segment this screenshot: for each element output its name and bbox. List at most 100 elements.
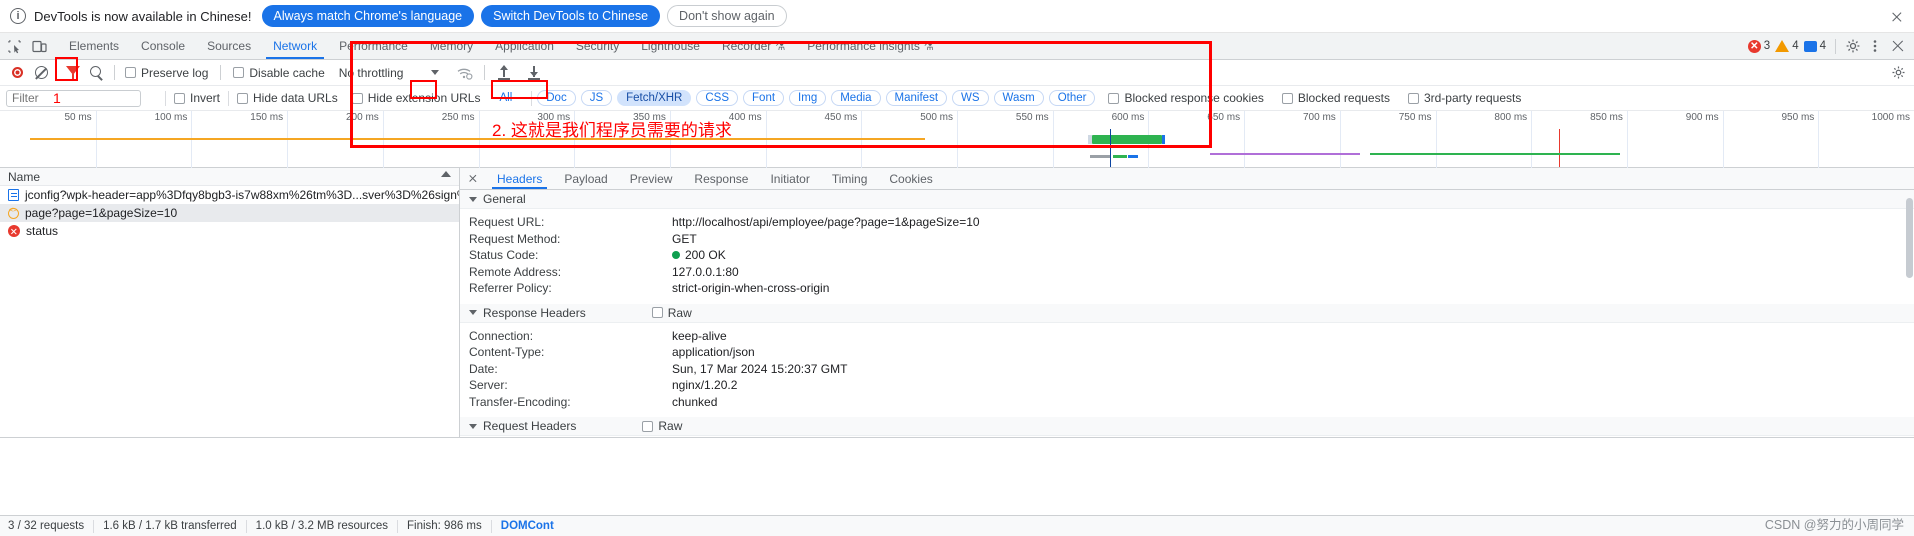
filter-type-manifest[interactable]: Manifest: [885, 90, 948, 106]
filter-type-font[interactable]: Font: [743, 90, 785, 106]
hide-extension-urls-checkbox[interactable]: Hide extension URLs: [351, 91, 480, 105]
row-value: nginx/1.20.2: [672, 378, 738, 393]
tab-response[interactable]: Response: [683, 168, 759, 189]
always-match-language-button[interactable]: Always match Chrome's language: [261, 5, 475, 27]
timeline-tick-label: 100 ms: [154, 112, 188, 123]
general-section-header[interactable]: General: [460, 190, 1914, 209]
row-key: Server:: [469, 378, 508, 393]
status-resources: 1.0 kB / 3.2 MB resources: [255, 520, 388, 532]
record-button[interactable]: [6, 62, 28, 83]
scrollbar-thumb[interactable]: [1906, 198, 1913, 278]
settings-gear-icon[interactable]: [1845, 38, 1862, 55]
tab-label: Timing: [831, 171, 868, 186]
filter-type-all[interactable]: All: [490, 90, 522, 106]
third-party-requests-label: 3rd-party requests: [1423, 91, 1522, 105]
tab-initiator[interactable]: Initiator: [759, 168, 820, 189]
invert-checkbox[interactable]: Invert: [174, 91, 220, 105]
tab-label: Memory: [429, 39, 474, 53]
filter-type-doc[interactable]: Doc: [537, 90, 576, 106]
tab-timing[interactable]: Timing: [821, 168, 879, 189]
filter-input[interactable]: [6, 89, 141, 107]
info-count-badge[interactable]: 4: [1803, 40, 1826, 52]
tab-network[interactable]: Network: [262, 33, 328, 59]
tab-lighthouse[interactable]: Lighthouse: [630, 33, 711, 59]
section-title: Response Headers: [483, 305, 586, 320]
blocked-response-cookies-checkbox[interactable]: Blocked response cookies: [1108, 91, 1264, 105]
tab-cookies[interactable]: Cookies: [878, 168, 943, 189]
preserve-log-checkbox[interactable]: Preserve log: [125, 66, 208, 80]
request-headers-raw-checkbox[interactable]: Raw: [642, 419, 682, 433]
checkbox-box: [1281, 92, 1293, 104]
close-details-icon[interactable]: [460, 168, 486, 189]
warning-count-badge[interactable]: 4: [1775, 40, 1799, 52]
search-button[interactable]: [86, 62, 108, 83]
disable-cache-label: Disable cache: [249, 65, 325, 80]
tab-payload[interactable]: Payload: [553, 168, 618, 189]
filter-type-other[interactable]: Other: [1048, 90, 1096, 106]
tab-elements[interactable]: Elements: [58, 33, 130, 59]
throttling-select[interactable]: No throttling: [335, 66, 408, 80]
tab-headers[interactable]: Headers: [486, 168, 553, 189]
details-scrollbar[interactable]: [1905, 168, 1914, 437]
request-row-jconfig[interactable]: jconfig?wpk-header=app%3Dfqy8bgb3-is7w88…: [0, 186, 459, 204]
timeline-tick-label: 150 ms: [250, 112, 284, 123]
disable-cache-checkbox[interactable]: Disable cache: [233, 65, 325, 80]
general-row-status-code: Status Code: 200 OK: [460, 247, 1914, 264]
filter-type-wasm[interactable]: Wasm: [993, 90, 1044, 106]
request-row-status[interactable]: status: [0, 222, 459, 240]
requests-list-pane: Name jconfig?wpk-header=app%3Dfqy8bgb3-i…: [0, 168, 460, 437]
inspect-element-icon[interactable]: [6, 38, 23, 55]
tab-sources[interactable]: Sources: [196, 33, 262, 59]
export-har-icon[interactable]: [527, 65, 541, 80]
tab-security[interactable]: Security: [565, 33, 630, 59]
response-headers-section-header[interactable]: Response Headers Raw: [460, 303, 1914, 323]
collapse-triangle-icon[interactable]: [441, 171, 451, 177]
request-headers-section-header[interactable]: Request Headers Raw: [460, 417, 1914, 436]
tab-memory[interactable]: Memory: [419, 33, 484, 59]
tab-recorder[interactable]: Recorder ⚗: [711, 33, 796, 59]
filter-type-js[interactable]: JS: [580, 90, 613, 106]
details-tabs: Headers Payload Preview Response Initiat…: [460, 168, 1914, 190]
timeline-tick-label: 800 ms: [1494, 112, 1528, 123]
warning-icon: [1775, 40, 1790, 52]
overview-mini-bar-green: [1113, 155, 1127, 158]
dont-show-again-button[interactable]: Don't show again: [667, 5, 787, 27]
filter-type-media[interactable]: Media: [831, 90, 881, 106]
filter-type-fetch-xhr[interactable]: Fetch/XHR: [617, 90, 692, 106]
tab-application[interactable]: Application: [484, 33, 565, 59]
close-notification-icon[interactable]: [1889, 9, 1904, 24]
filter-button[interactable]: [62, 62, 84, 83]
row-key: Request URL:: [469, 215, 545, 230]
filter-type-ws[interactable]: WS: [952, 90, 989, 106]
request-row-page[interactable]: page?page=1&pageSize=10: [0, 204, 459, 222]
device-toolbar-icon[interactable]: [31, 38, 48, 55]
error-count-badge[interactable]: ✕ 3: [1747, 39, 1770, 53]
funnel-icon: [66, 66, 80, 79]
blocked-requests-checkbox[interactable]: Blocked requests: [1281, 91, 1390, 105]
close-devtools-icon[interactable]: [1889, 38, 1906, 55]
switch-to-chinese-button[interactable]: Switch DevTools to Chinese: [481, 5, 661, 27]
chevron-down-icon[interactable]: [431, 70, 440, 75]
tab-performance-insights[interactable]: Performance insights ⚗: [796, 33, 945, 59]
row-value: GET: [672, 231, 697, 246]
row-key: Referrer Policy:: [469, 281, 552, 296]
more-options-icon[interactable]: [1867, 38, 1884, 55]
row-key: Status Code:: [469, 248, 539, 263]
hide-data-urls-checkbox[interactable]: Hide data URLs: [237, 91, 338, 105]
tab-performance[interactable]: Performance: [328, 33, 419, 59]
row-key: Remote Address:: [469, 264, 562, 279]
network-settings-gear-icon[interactable]: [1891, 65, 1906, 80]
filter-type-css[interactable]: CSS: [696, 90, 739, 106]
response-header-connection: Connection: keep-alive: [460, 328, 1914, 345]
import-har-icon[interactable]: [497, 65, 511, 80]
clear-button[interactable]: [30, 62, 52, 83]
response-headers-raw-checkbox[interactable]: Raw: [651, 306, 692, 320]
network-overview-timeline[interactable]: 50 ms 100 ms 150 ms 200 ms 250 ms 300 ms 350 m…: [0, 111, 1914, 261]
filter-type-img[interactable]: Img: [789, 90, 827, 106]
third-party-requests-checkbox[interactable]: 3rd-party requests: [1407, 91, 1522, 105]
tab-preview[interactable]: Preview: [619, 168, 684, 189]
network-conditions-icon[interactable]: [457, 66, 473, 80]
divider: [531, 90, 533, 106]
tab-console[interactable]: Console: [130, 33, 196, 59]
blocked-requests-label: Blocked requests: [1297, 91, 1390, 105]
